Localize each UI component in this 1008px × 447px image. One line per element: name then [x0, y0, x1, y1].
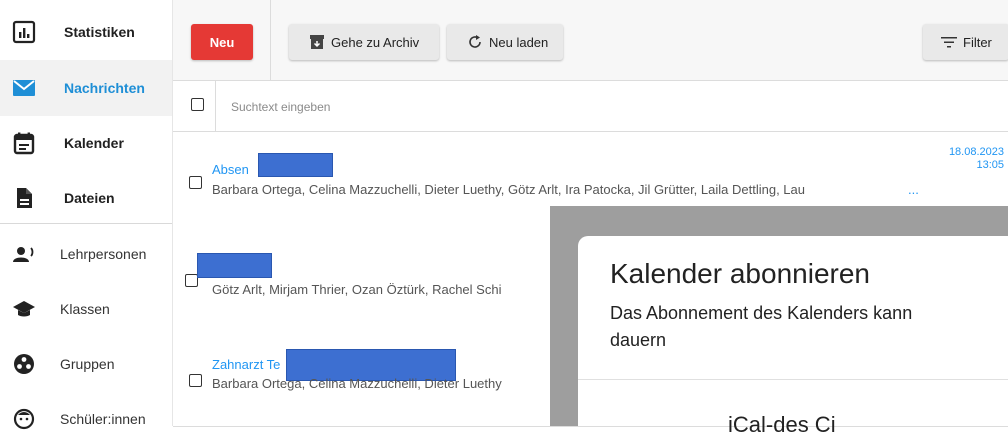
new-message-button[interactable]: Neu — [191, 24, 253, 60]
sidebar-item-dateien[interactable]: Dateien — [0, 170, 172, 226]
filter-button[interactable]: Filter — [923, 24, 1008, 60]
toolbar: Neu Gehe zu Archiv Neu laden Filter — [173, 0, 1008, 81]
select-all-checkbox[interactable] — [191, 98, 204, 111]
teacher-icon — [13, 247, 34, 262]
sidebar-item-schueler[interactable]: Schüler:innen — [0, 391, 172, 447]
message-recipients: Barbara Ortega, Celina Mazzuchelli, Diet… — [212, 182, 805, 197]
sidebar-item-statistiken[interactable]: Statistiken — [0, 4, 172, 60]
group-icon — [14, 354, 34, 374]
sidebar: Statistiken Nachrichten Kalender Dateien… — [0, 0, 173, 430]
message-subject[interactable]: Zahnarzt Te — [212, 357, 280, 372]
dialog-body: Das Abonnement des Kalenders kann dauern — [610, 300, 1008, 354]
message-date-time: 13:05 — [976, 159, 1004, 171]
file-icon — [17, 188, 32, 208]
search-divider — [215, 81, 216, 131]
sidebar-item-nachrichten[interactable]: Nachrichten — [0, 60, 172, 116]
redaction-box — [258, 153, 333, 177]
message-recipients: Götz Arlt, Mirjam Thrier, Ozan Öztürk, R… — [212, 282, 502, 297]
graduation-cap-icon — [13, 301, 35, 317]
archive-button[interactable]: Gehe zu Archiv — [289, 24, 439, 60]
message-date-day: 18.08.2023 — [948, 146, 1004, 158]
calendar-icon — [13, 132, 35, 155]
sidebar-item-label: Lehrpersonen — [60, 246, 147, 262]
sidebar-item-gruppen[interactable]: Gruppen — [0, 336, 172, 392]
sidebar-item-label: Statistiken — [64, 24, 135, 40]
subscribe-calendar-dialog: Kalender abonnieren Das Abonnement des K… — [578, 236, 1008, 437]
toolbar-divider — [270, 0, 271, 80]
message-checkbox[interactable] — [189, 176, 202, 189]
sidebar-item-label: Nachrichten — [64, 80, 145, 96]
sidebar-item-label: Klassen — [60, 301, 110, 317]
dialog-body-line-1: Das Abonnement des Kalenders kann — [610, 303, 913, 323]
archive-button-label: Gehe zu Archiv — [331, 34, 420, 50]
mail-icon — [13, 80, 35, 96]
chart-icon — [12, 20, 36, 44]
sidebar-item-klassen[interactable]: Klassen — [0, 281, 172, 337]
student-icon — [13, 408, 35, 430]
sidebar-item-lehrpersonen[interactable]: Lehrpersonen — [0, 226, 172, 282]
dialog-partial-text: iCal-des Ci — [728, 412, 836, 437]
filter-button-label: Filter — [963, 34, 992, 50]
sidebar-divider — [0, 223, 172, 224]
sidebar-item-label: Dateien — [64, 190, 115, 206]
archive-icon — [310, 35, 324, 49]
filter-icon — [941, 37, 957, 48]
search-input[interactable] — [229, 95, 733, 119]
redaction-box — [197, 253, 272, 278]
sidebar-item-label: Kalender — [64, 135, 124, 151]
refresh-icon — [469, 35, 481, 48]
message-date: 18.08.2023 13:05 — [949, 146, 1004, 172]
dialog-divider — [578, 379, 1008, 380]
message-checkbox[interactable] — [189, 374, 202, 387]
search-row — [173, 81, 1008, 132]
dialog-title: Kalender abonnieren — [610, 258, 870, 289]
reload-button[interactable]: Neu laden — [447, 24, 563, 60]
sidebar-item-kalender[interactable]: Kalender — [0, 115, 172, 171]
message-recipients: Barbara Ortega, Celina Mazzuchelli, Diet… — [212, 376, 502, 391]
more-recipients-link[interactable]: ... — [908, 182, 919, 197]
sidebar-item-label: Schüler:innen — [60, 411, 146, 427]
message-subject[interactable]: Absen — [212, 162, 249, 177]
reload-button-label: Neu laden — [489, 34, 549, 50]
sidebar-item-label: Gruppen — [60, 356, 115, 372]
dialog-body-line-2: dauern — [610, 330, 667, 350]
